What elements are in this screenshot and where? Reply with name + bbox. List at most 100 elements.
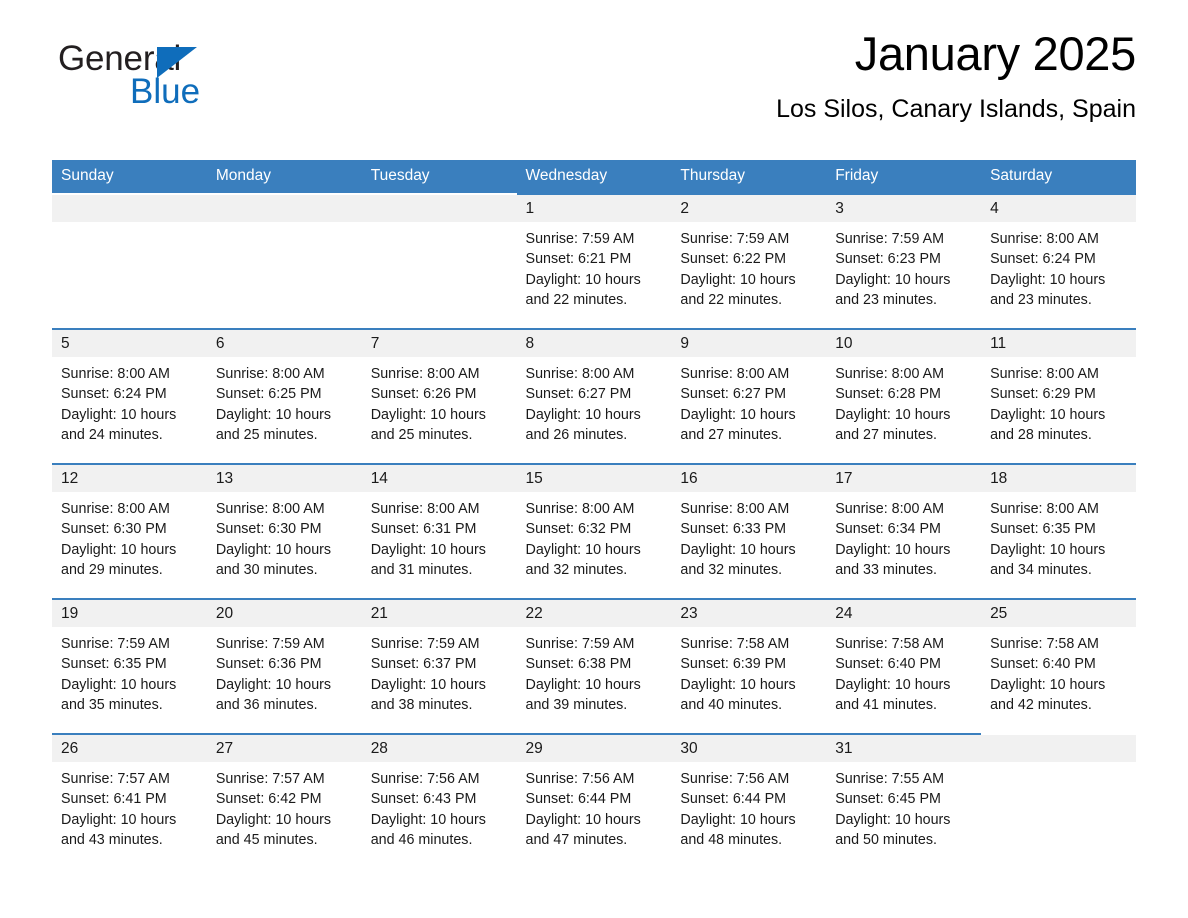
calendar-day-cell[interactable]: 26 Sunrise: 7:57 AM Sunset: 6:41 PM Dayligh… bbox=[52, 733, 207, 868]
weekday-header-thursday: Thursday bbox=[671, 160, 827, 194]
day-details: Sunrise: 7:57 AM Sunset: 6:41 PM Daylight:… bbox=[52, 762, 207, 850]
day-detail-line: Sunrise: 7:58 AM bbox=[835, 636, 945, 652]
day-detail-line: Sunset: 6:44 PM bbox=[680, 791, 787, 808]
day-details: Sunrise: 7:59 AM Sunset: 6:22 PM Daylight:… bbox=[671, 222, 826, 310]
calendar-day-cell[interactable]: 24 Sunrise: 7:58 AM Sunset: 6:40 PM Dayligh… bbox=[826, 598, 982, 734]
day-detail-line: Daylight: 10 hours bbox=[835, 811, 951, 828]
calendar-day-cell[interactable]: 15 Sunrise: 8:00 AM Sunset: 6:32 PM Dayligh… bbox=[516, 463, 672, 599]
calendar-day-cell[interactable]: 1 Sunrise: 7:59 AM Sunset: 6:21 PM Daylight… bbox=[516, 193, 672, 329]
day-number: 4 bbox=[981, 195, 1136, 222]
calendar-day-cell[interactable]: 25 Sunrise: 7:58 AM Sunset: 6:40 PM Dayligh… bbox=[981, 598, 1136, 734]
day-details: Sunrise: 8:00 AM Sunset: 6:26 PM Daylight:… bbox=[362, 357, 517, 445]
day-detail-line: Sunrise: 8:00 AM bbox=[370, 501, 480, 517]
day-detail-line: Sunrise: 7:57 AM bbox=[61, 771, 170, 787]
calendar-day-cell[interactable]: 13 Sunrise: 8:00 AM Sunset: 6:30 PM Dayligh… bbox=[206, 463, 362, 599]
calendar-body: 1 Sunrise: 7:59 AM Sunset: 6:21 PM Daylight… bbox=[52, 193, 1136, 868]
general-blue-logo[interactable]: General Blue bbox=[52, 38, 312, 114]
day-detail-line: Sunset: 6:30 PM bbox=[61, 521, 167, 538]
day-number: 25 bbox=[981, 600, 1136, 627]
calendar-day-cell[interactable]: 11 Sunrise: 8:00 AM Sunset: 6:29 PM Dayligh… bbox=[981, 328, 1136, 464]
day-detail-line: and 39 minutes. bbox=[525, 696, 628, 713]
day-detail-line: Daylight: 10 hours bbox=[525, 811, 641, 828]
calendar-day-cell[interactable]: 14 Sunrise: 8:00 AM Sunset: 6:31 PM Dayligh… bbox=[361, 463, 517, 599]
calendar-day-cell[interactable]: 2 Sunrise: 7:59 AM Sunset: 6:22 PM Daylight… bbox=[671, 193, 827, 329]
day-detail-line: Sunset: 6:41 PM bbox=[61, 791, 167, 808]
day-detail-line: Daylight: 10 hours bbox=[990, 676, 1106, 693]
calendar-day-cell[interactable]: 8 Sunrise: 8:00 AM Sunset: 6:27 PM Daylight… bbox=[516, 328, 672, 464]
day-number: 26 bbox=[52, 735, 207, 762]
day-number: 17 bbox=[826, 465, 982, 492]
calendar-day-cell[interactable]: 19 Sunrise: 7:59 AM Sunset: 6:35 PM Dayligh… bbox=[52, 598, 207, 734]
day-detail-line: Sunrise: 7:56 AM bbox=[525, 771, 635, 787]
day-details: Sunrise: 8:00 AM Sunset: 6:34 PM Daylight:… bbox=[826, 492, 981, 580]
day-detail-line: Daylight: 10 hours bbox=[215, 406, 332, 423]
day-details: Sunrise: 7:57 AM Sunset: 6:42 PM Daylight:… bbox=[207, 762, 362, 850]
day-number: 30 bbox=[671, 735, 827, 762]
day-detail-line: Sunrise: 7:57 AM bbox=[215, 771, 325, 787]
logo-text-blue: Blue bbox=[130, 72, 201, 111]
day-number: 27 bbox=[206, 735, 362, 762]
calendar-day-cell[interactable]: 17 Sunrise: 8:00 AM Sunset: 6:34 PM Dayligh… bbox=[826, 463, 982, 599]
day-number: 10 bbox=[826, 330, 982, 357]
day-detail-line: Daylight: 10 hours bbox=[525, 676, 641, 693]
calendar-day-cell[interactable]: 28 Sunrise: 7:56 AM Sunset: 6:43 PM Dayligh… bbox=[361, 733, 517, 868]
calendar-day-cell[interactable]: 5 Sunrise: 8:00 AM Sunset: 6:24 PM Daylight… bbox=[52, 328, 207, 464]
day-number: 20 bbox=[206, 600, 362, 627]
calendar-day-cell[interactable]: 27 Sunrise: 7:57 AM Sunset: 6:42 PM Dayligh… bbox=[206, 733, 362, 868]
calendar-day-cell[interactable]: 3 Sunrise: 7:59 AM Sunset: 6:23 PM Daylight… bbox=[826, 193, 982, 329]
day-detail-line: Sunrise: 8:00 AM bbox=[680, 366, 790, 382]
day-detail-line: Daylight: 10 hours bbox=[61, 676, 177, 693]
calendar-day-cell[interactable]: 29 Sunrise: 7:56 AM Sunset: 6:44 PM Dayligh… bbox=[516, 733, 672, 868]
calendar-day-cell[interactable]: 7 Sunrise: 8:00 AM Sunset: 6:26 PM Daylight… bbox=[361, 328, 517, 464]
day-detail-line: Sunrise: 8:00 AM bbox=[835, 366, 945, 382]
day-number: 5 bbox=[52, 330, 207, 357]
calendar-day-cell[interactable]: 20 Sunrise: 7:59 AM Sunset: 6:36 PM Dayligh… bbox=[206, 598, 362, 734]
day-detail-line: Daylight: 10 hours bbox=[990, 271, 1106, 288]
calendar-day-cell[interactable]: 22 Sunrise: 7:59 AM Sunset: 6:38 PM Dayligh… bbox=[516, 598, 672, 734]
day-details: Sunrise: 8:00 AM Sunset: 6:30 PM Daylight:… bbox=[207, 492, 362, 580]
day-number: 9 bbox=[671, 330, 827, 357]
title-block: January 2025 Los Silos, Canary Islands, … bbox=[776, 26, 1136, 124]
day-detail-line: and 41 minutes. bbox=[835, 696, 937, 713]
day-details: Sunrise: 8:00 AM Sunset: 6:35 PM Daylight:… bbox=[981, 492, 1136, 580]
calendar-day-cell[interactable]: 6 Sunrise: 8:00 AM Sunset: 6:25 PM Daylight… bbox=[206, 328, 362, 464]
day-detail-line: Daylight: 10 hours bbox=[990, 541, 1106, 558]
day-details: Sunrise: 7:59 AM Sunset: 6:38 PM Daylight:… bbox=[517, 627, 672, 715]
day-detail-line: Sunset: 6:27 PM bbox=[680, 386, 787, 403]
day-details: Sunrise: 8:00 AM Sunset: 6:31 PM Daylight:… bbox=[362, 492, 517, 580]
day-number: 1 bbox=[516, 195, 672, 222]
weekday-header-tuesday: Tuesday bbox=[361, 160, 517, 194]
day-number: 21 bbox=[361, 600, 517, 627]
calendar-day-cell[interactable]: 31 Sunrise: 7:55 AM Sunset: 6:45 PM Dayligh… bbox=[826, 733, 982, 868]
day-details: Sunrise: 8:00 AM Sunset: 6:32 PM Daylight:… bbox=[517, 492, 672, 580]
day-detail-line: Daylight: 10 hours bbox=[61, 541, 177, 558]
calendar-day-cell[interactable]: 16 Sunrise: 8:00 AM Sunset: 6:33 PM Dayligh… bbox=[671, 463, 827, 599]
day-detail-line: and 22 minutes. bbox=[680, 291, 783, 308]
day-details: Sunrise: 8:00 AM Sunset: 6:30 PM Daylight:… bbox=[52, 492, 207, 580]
day-number: 18 bbox=[981, 465, 1136, 492]
calendar-day-cell[interactable]: 9 Sunrise: 8:00 AM Sunset: 6:27 PM Daylight… bbox=[671, 328, 827, 464]
day-detail-line: Sunset: 6:24 PM bbox=[990, 251, 1096, 268]
day-detail-line: Sunrise: 7:59 AM bbox=[835, 231, 945, 247]
day-number: 23 bbox=[671, 600, 827, 627]
day-detail-line: and 47 minutes. bbox=[525, 831, 628, 848]
day-detail-line: Sunset: 6:38 PM bbox=[525, 656, 632, 673]
calendar-day-cell[interactable]: 4 Sunrise: 8:00 AM Sunset: 6:24 PM Daylight… bbox=[981, 193, 1136, 329]
day-detail-line: Sunrise: 8:00 AM bbox=[215, 501, 325, 517]
day-detail-line: Sunset: 6:33 PM bbox=[680, 521, 787, 538]
day-detail-line: Daylight: 10 hours bbox=[215, 541, 332, 558]
calendar-day-cell[interactable]: 21 Sunrise: 7:59 AM Sunset: 6:37 PM Dayligh… bbox=[361, 598, 517, 734]
calendar-week-row: 19 Sunrise: 7:59 AM Sunset: 6:35 PM Dayligh… bbox=[52, 598, 1136, 734]
day-detail-line: and 33 minutes. bbox=[835, 561, 937, 578]
day-detail-line: Sunrise: 7:58 AM bbox=[990, 636, 1099, 652]
day-detail-line: Daylight: 10 hours bbox=[680, 271, 796, 288]
day-detail-line: Sunset: 6:32 PM bbox=[525, 521, 632, 538]
calendar-day-cell[interactable]: 12 Sunrise: 8:00 AM Sunset: 6:30 PM Dayligh… bbox=[52, 463, 207, 599]
calendar-day-cell[interactable]: 10 Sunrise: 8:00 AM Sunset: 6:28 PM Dayligh… bbox=[826, 328, 982, 464]
day-detail-line: Sunrise: 8:00 AM bbox=[525, 501, 635, 517]
calendar-day-cell[interactable]: 23 Sunrise: 7:58 AM Sunset: 6:39 PM Dayligh… bbox=[671, 598, 827, 734]
day-detail-line: Sunset: 6:36 PM bbox=[215, 656, 322, 673]
day-number bbox=[206, 195, 362, 222]
calendar-day-cell[interactable]: 18 Sunrise: 8:00 AM Sunset: 6:35 PM Dayligh… bbox=[981, 463, 1136, 599]
calendar-day-cell[interactable]: 30 Sunrise: 7:56 AM Sunset: 6:44 PM Dayligh… bbox=[671, 733, 827, 868]
